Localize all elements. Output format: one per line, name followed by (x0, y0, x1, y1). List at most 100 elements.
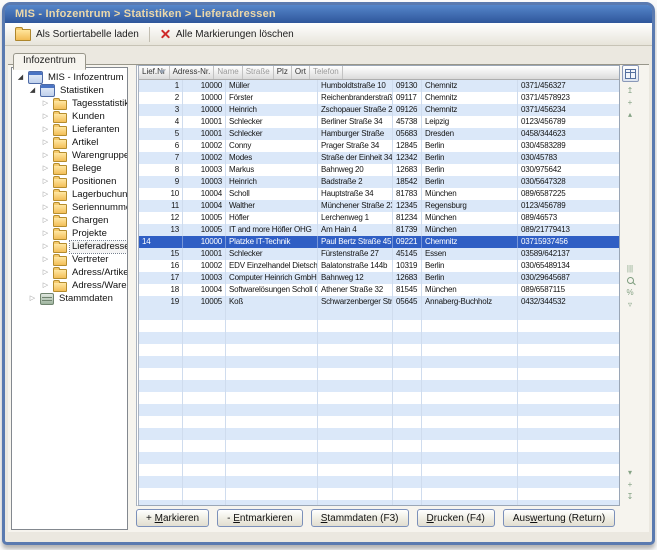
tree-item-tagesstatistik[interactable]: Tagesstatistik (12, 97, 127, 110)
col-telefon[interactable]: Telefon (310, 66, 343, 79)
tree-expand-arrow-icon[interactable] (41, 110, 50, 123)
tree-expand-arrow-icon[interactable] (41, 266, 50, 279)
tree-expand-arrow-icon[interactable] (41, 136, 50, 149)
tree-expand-arrow-icon[interactable] (41, 175, 50, 188)
tree-expand-arrow-icon[interactable] (41, 279, 50, 292)
tree-expand-arrow-icon[interactable] (41, 240, 50, 253)
tree-item-kunden[interactable]: Kunden (12, 110, 127, 123)
cell-adressnr: 10003 (183, 272, 226, 284)
tree-item-vertreter[interactable]: Vertreter (12, 253, 127, 266)
tree-expand-arrow-icon[interactable] (28, 292, 37, 305)
table-row[interactable]: 6 10002 Conny Prager Straße 34 12845 Ber… (139, 140, 619, 152)
tree-item-adress-warengruppen[interactable]: Adress/Warengruppen (12, 279, 127, 292)
table-properties-button[interactable] (622, 65, 639, 82)
table-row[interactable]: 14 10000 Platzke IT-Technik Paul Bertz S… (139, 236, 619, 248)
table-row[interactable]: 9 10003 Heinrich Badstraße 2 18542 Berli… (139, 176, 619, 188)
clear-all-marks-button[interactable]: Alle Markierungen löschen (155, 27, 299, 42)
cell-adressnr: 10000 (183, 236, 226, 248)
columns-icon[interactable]: ||| (621, 263, 639, 275)
table-row[interactable]: 17 10003 Computer Heinrich GmbH Bahnweg … (139, 272, 619, 284)
tree-expand-arrow-icon[interactable] (41, 162, 50, 175)
cell-plz: 12345 (393, 200, 422, 212)
cell-name: EDV Einzelhandel Dietsch Gmb (226, 260, 318, 272)
cell-liefnr: 2 (139, 92, 183, 104)
evaluate-button[interactable]: Auswertung (Return) (503, 509, 615, 527)
tab-infozentrum[interactable]: Infozentrum (13, 53, 86, 70)
col-plz[interactable]: Plz (274, 66, 292, 79)
col-name[interactable]: Name (214, 66, 242, 79)
tree-item-stammdaten[interactable]: Stammdaten (12, 292, 127, 305)
table-row[interactable]: 19 10005 Koß Schwarzenberger Straße 0564… (139, 296, 619, 308)
table-row[interactable]: 10 10004 Scholl Hauptstraße 34 81783 Mün… (139, 188, 619, 200)
tree-item-lieferanten[interactable]: Lieferanten (12, 123, 127, 136)
col-strasse[interactable]: Straße (243, 66, 274, 79)
search-icon[interactable] (621, 275, 639, 287)
tree-item-belege[interactable]: Belege (12, 162, 127, 175)
tree-expand-arrow-icon[interactable] (41, 188, 50, 201)
table-row[interactable]: 5 10001 Schlecker Hamburger Straße 05683… (139, 128, 619, 140)
cell-adressnr: 10004 (183, 284, 226, 296)
cell-liefnr: 9 (139, 176, 183, 188)
table-row[interactable]: 7 10002 Modes Straße der Einheit 34 1234… (139, 152, 619, 164)
tree-expand-arrow-icon[interactable] (16, 71, 25, 84)
tree-item-chargen[interactable]: Chargen (12, 214, 127, 227)
print-button[interactable]: Drucken (F4) (417, 509, 495, 527)
tree-expand-arrow-icon[interactable] (28, 84, 37, 97)
action-button-label: + Markieren (146, 513, 199, 524)
col-liefnr[interactable]: Lief.Nr (139, 66, 170, 79)
cell-name: Softwarelösungen Scholl Gmb (226, 284, 318, 296)
table-row[interactable]: 16 10002 EDV Einzelhandel Dietsch Gmb Ba… (139, 260, 619, 272)
tree-item-adress-artikel[interactable]: Adress/Artikel (12, 266, 127, 279)
tree-item-seriennummern[interactable]: Seriennummern (12, 201, 127, 214)
table-row[interactable]: 3 10000 Heinrich Zschopauer Straße 280 0… (139, 104, 619, 116)
add-icon[interactable]: + (621, 479, 639, 491)
cell-telefon: 089/21779413 (518, 224, 619, 236)
table-row[interactable]: 8 10003 Markus Bahnweg 20 12683 Berlin 0… (139, 164, 619, 176)
unmark-button[interactable]: - Entmarkieren (217, 509, 303, 527)
tree-expand-arrow-icon[interactable] (41, 149, 50, 162)
cell-ort: Berlin (422, 176, 518, 188)
table-row[interactable]: 11 10004 Walther Münchener Straße 23 123… (139, 200, 619, 212)
scroll-end-icon[interactable]: ↧ (621, 491, 639, 503)
tree-expand-arrow-icon[interactable] (41, 123, 50, 136)
table-row[interactable]: 2 10000 Förster Reichenbranderstraße 3 0… (139, 92, 619, 104)
table-row[interactable]: 18 10004 Softwarelösungen Scholl Gmb Ath… (139, 284, 619, 296)
tree-item-lieferadressen[interactable]: Lieferadressen (12, 240, 127, 253)
table-row[interactable]: 1 10000 Müller Humboldtstraße 10 09130 C… (139, 80, 619, 92)
col-ort[interactable]: Ort (292, 66, 310, 79)
cell-adressnr: 10002 (183, 140, 226, 152)
tree-item-positionen[interactable]: Positionen (12, 175, 127, 188)
tree-item-warengruppen[interactable]: Warengruppen (12, 149, 127, 162)
tree-item-artikel[interactable]: Artikel (12, 136, 127, 149)
zoom-scale-icon[interactable]: % (621, 287, 639, 299)
cell-telefon: 089/46573 (518, 212, 619, 224)
load-sort-table-button[interactable]: Als Sortiertabelle laden (10, 25, 144, 43)
scroll-top-icon[interactable]: ↥ (621, 85, 639, 97)
mark-button[interactable]: + Markieren (136, 509, 209, 527)
table-grid-icon (625, 69, 636, 79)
cell-telefon: 030/5647328 (518, 176, 619, 188)
tree-item-lagerbuchungen[interactable]: Lagerbuchungen (12, 188, 127, 201)
tree-expand-arrow-icon[interactable] (41, 214, 50, 227)
tree-item-mis-infozentrum[interactable]: MIS - Infozentrum (12, 71, 127, 84)
cell-plz: 18542 (393, 176, 422, 188)
tree-expand-arrow-icon[interactable] (41, 97, 50, 110)
table-row[interactable]: 12 10005 Höfler Lerchenweg 1 81234 Münch… (139, 212, 619, 224)
tree-expand-arrow-icon[interactable] (41, 201, 50, 214)
cell-name: Markus (226, 164, 318, 176)
tree-item-statistiken[interactable]: Statistiken (12, 84, 127, 97)
cell-strasse: Am Hain 4 (318, 224, 393, 236)
tree-expand-arrow-icon[interactable] (41, 227, 50, 240)
tree-expand-arrow-icon[interactable] (41, 253, 50, 266)
stammdaten-button[interactable]: Stammdaten (F3) (311, 509, 409, 527)
main-toolbar: Als Sortiertabelle laden Alle Markierung… (5, 23, 652, 46)
scroll-down-icon[interactable]: ▾ (621, 467, 639, 479)
scroll-up-icon[interactable]: ▴ (621, 109, 639, 121)
table-row[interactable]: 4 10001 Schlecker Berliner Straße 34 457… (139, 116, 619, 128)
col-adressnr[interactable]: Adress-Nr. (170, 66, 215, 79)
table-row[interactable]: 13 10005 IT and more Höfler OHG Am Hain … (139, 224, 619, 236)
expand-down-icon[interactable]: ▿ (621, 299, 639, 311)
add-row-icon[interactable]: + (621, 97, 639, 109)
table-row[interactable]: 15 10001 Schlecker Fürstenstraße 27 4514… (139, 248, 619, 260)
tree-item-projekte[interactable]: Projekte (12, 227, 127, 240)
